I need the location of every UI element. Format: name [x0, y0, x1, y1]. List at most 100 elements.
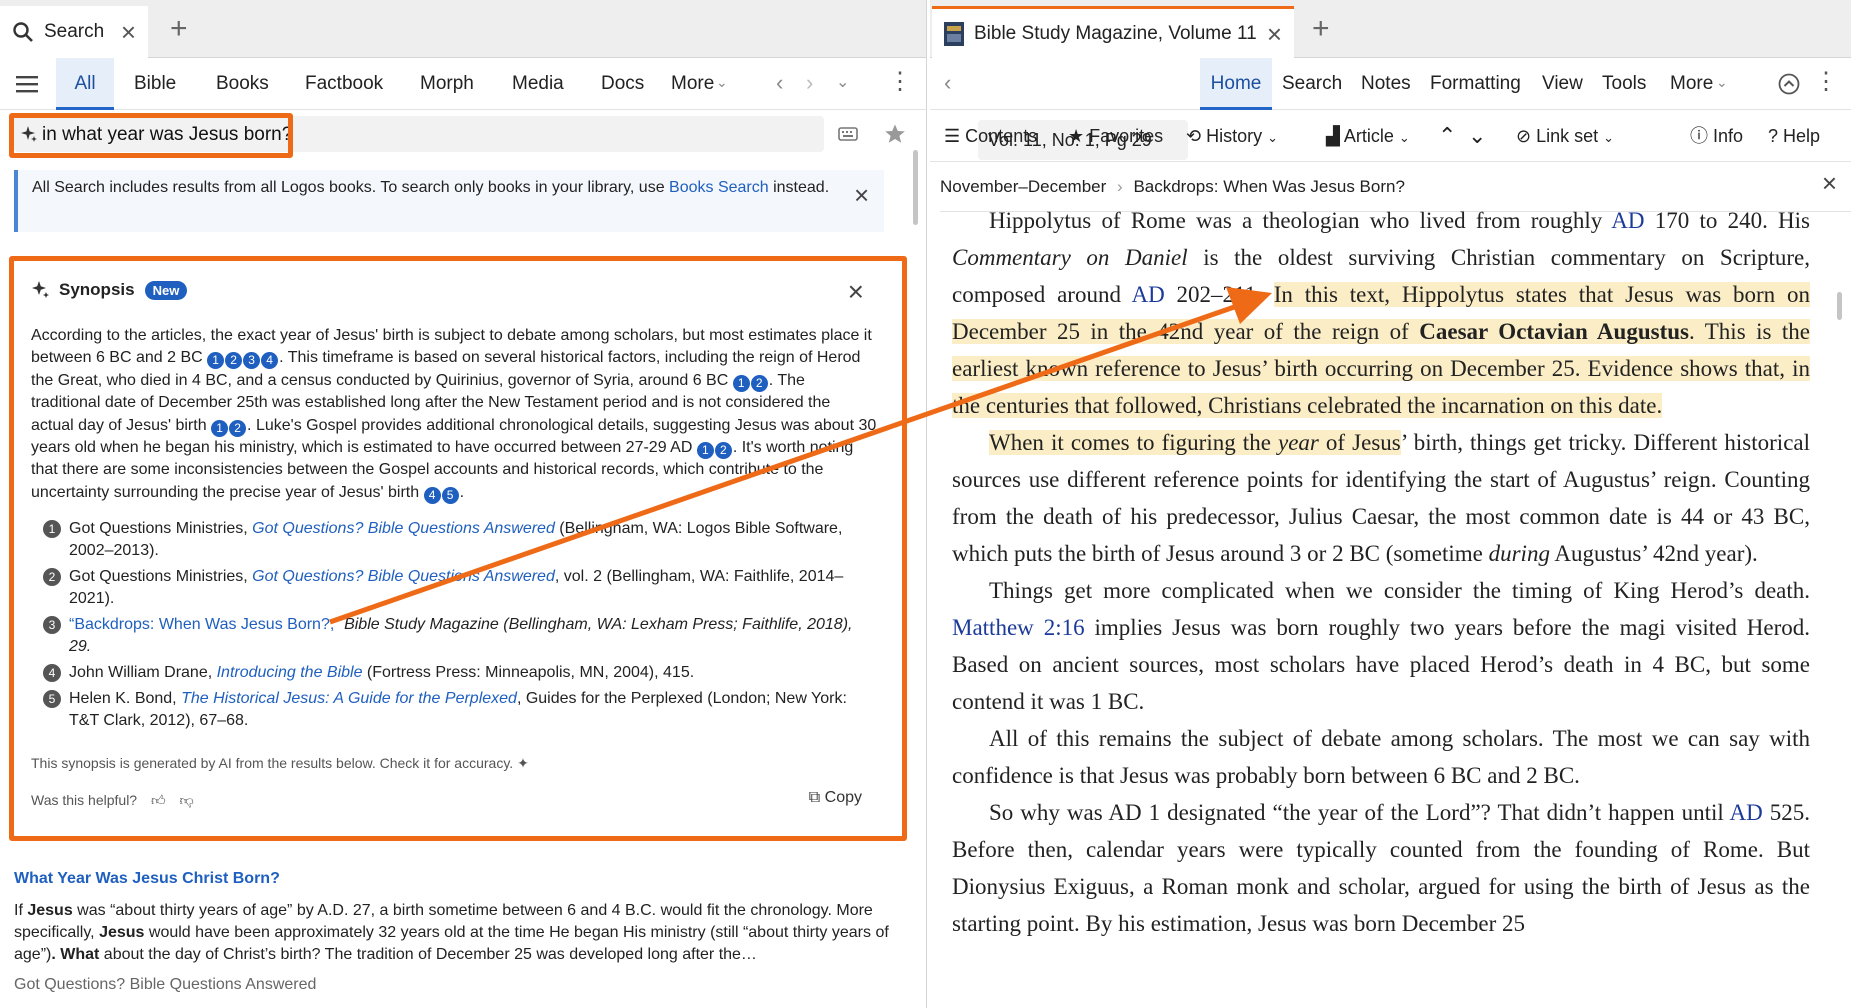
next-icon[interactable]: ⌄ [1468, 110, 1486, 162]
reader-toolbar: ☰ Contents ★ Favorites ⟲ History ⌄ ▟ Art… [930, 110, 1851, 162]
reference-item: 3 “Backdrops: When Was Jesus Born?,” Bibl… [43, 614, 863, 658]
article-paragraph: All of this remains the subject of debat… [952, 726, 1810, 788]
nav-view[interactable]: View [1542, 58, 1583, 110]
reference-link[interactable]: The Historical Jesus: A Guide for the Pe… [181, 690, 517, 707]
nav-bible[interactable]: Bible [134, 58, 176, 110]
scripture-link[interactable]: Matthew 2:16 [952, 615, 1085, 640]
citation-marker[interactable]: 1 [696, 442, 714, 460]
copy-icon: ⧉ [808, 789, 821, 806]
reference-link[interactable]: Got Questions? Bible Questions Answered [252, 568, 555, 585]
nav-tools[interactable]: Tools [1602, 58, 1646, 110]
breadcrumb-item[interactable]: November–December [940, 177, 1106, 196]
help-button[interactable]: ? Help [1768, 110, 1820, 162]
app-window: Search × + All Bible Books Factbook Morp… [0, 0, 1851, 1008]
nav-home[interactable]: Home [1200, 58, 1272, 110]
citation-marker[interactable]: 1 [207, 352, 225, 370]
chevron-down-icon: ⌄ [1716, 74, 1728, 90]
nav-all[interactable]: All [56, 58, 114, 110]
close-tab-icon[interactable]: × [121, 19, 136, 45]
thumbs-down-icon[interactable]: 👎︎ [180, 792, 194, 808]
favorites-button[interactable]: ★ Favorites [1068, 110, 1163, 162]
citation-marker[interactable]: 2 [225, 352, 243, 370]
breadcrumb-item[interactable]: Backdrops: When Was Jesus Born? [1133, 177, 1405, 196]
bar-chart-icon: ▟ [1326, 126, 1340, 146]
nav-formatting[interactable]: Formatting [1430, 58, 1521, 110]
citation-marker[interactable]: 4 [261, 352, 279, 370]
star-icon[interactable] [884, 123, 906, 145]
right-nav: ‹ Vol. 11, No. 1, Pg 29 Home Search Note… [930, 58, 1851, 160]
new-tab-button[interactable]: + [170, 14, 188, 44]
close-synopsis-icon[interactable]: × [848, 276, 864, 308]
close-tab-icon[interactable]: × [1267, 21, 1282, 47]
reference-list: 1 Got Questions Ministries, Got Questions… [43, 518, 863, 736]
left-tabbar: Search × + [0, 0, 926, 58]
reader-panel: Bible Study Magazine, Volume 11 × + ‹ Vo… [930, 0, 1851, 1008]
tab-label: Search [44, 21, 105, 42]
citation-marker[interactable]: 2 [714, 442, 732, 460]
citation-marker[interactable]: 2 [750, 374, 768, 392]
forward-icon[interactable]: › [806, 70, 813, 96]
more-options-icon[interactable]: ⋮ [1814, 70, 1838, 94]
right-scrollbar[interactable] [1837, 292, 1842, 320]
result-source[interactable]: Got Questions? Bible Questions Answered [14, 976, 316, 994]
tab-search[interactable]: Search × [0, 6, 148, 58]
nav-docs[interactable]: Docs [601, 58, 644, 110]
books-search-link[interactable]: Books Search [669, 179, 769, 196]
nav-media[interactable]: Media [512, 58, 564, 110]
history-icon: ⟲ [1186, 126, 1202, 146]
new-badge: New [144, 280, 188, 300]
feedback-row: Was this helpful? 👍︎ 👎︎ [31, 792, 194, 808]
info-tail: instead. [768, 179, 830, 196]
history-button[interactable]: ⟲ History ⌄ [1186, 110, 1278, 162]
menu-icon[interactable] [16, 74, 38, 94]
contents-button[interactable]: ☰ Contents [944, 110, 1037, 162]
synopsis-text: According to the articles, the exact yea… [31, 327, 877, 504]
reference-link[interactable]: Got Questions? Bible Questions Answered [252, 520, 555, 537]
citation-marker[interactable]: 1 [732, 374, 750, 392]
article-paragraph: Things get more complicated when we cons… [952, 578, 1810, 714]
tab-bible-study-magazine[interactable]: Bible Study Magazine, Volume 11 × [932, 6, 1294, 58]
nav-more[interactable]: More [1670, 58, 1713, 110]
link-set-button[interactable]: ⊘ Link set ⌄ [1516, 110, 1614, 162]
close-info-icon[interactable]: × [854, 180, 869, 211]
keyboard-icon[interactable] [838, 126, 858, 142]
article-paragraph: Hippolytus of Rome was a theologian who … [952, 208, 1811, 418]
search-query[interactable]: in what year was Jesus born? [16, 118, 292, 152]
back-icon[interactable]: ‹ [776, 70, 783, 96]
reference-link[interactable]: “Backdrops: When Was Jesus Born?,” [69, 616, 340, 633]
new-tab-button[interactable]: + [1312, 14, 1330, 44]
nav-factbook[interactable]: Factbook [305, 58, 383, 110]
reference-item: 5 Helen K. Bond, The Historical Jesus: A … [43, 688, 863, 732]
back-icon[interactable]: ‹ [944, 70, 951, 96]
citation-marker[interactable]: 2 [229, 419, 247, 437]
citation-marker[interactable]: 5 [441, 486, 459, 504]
history-chevron-icon[interactable]: ⌄ [836, 72, 849, 92]
copy-button[interactable]: ⧉ Copy [809, 789, 862, 807]
reference-link[interactable]: Introducing the Bible [217, 664, 363, 681]
article-text: Hippolytus of Rome was a theologian who … [952, 202, 1810, 942]
info-icon: ⓘ [1690, 126, 1708, 146]
chevron-down-icon: ⌄ [716, 74, 728, 90]
more-options-icon[interactable]: ⋮ [888, 70, 912, 94]
nav-morph[interactable]: Morph [420, 58, 474, 110]
previous-icon[interactable]: ⌃ [1438, 110, 1456, 162]
sparkle-icon [32, 281, 49, 298]
thumbs-up-icon[interactable]: 👍︎ [151, 792, 166, 808]
citation-marker[interactable]: 3 [243, 352, 261, 370]
citation-marker[interactable]: 1 [211, 419, 229, 437]
nav-more[interactable]: More [671, 58, 714, 110]
article-button[interactable]: ▟ Article ⌄ [1326, 110, 1410, 162]
nav-search[interactable]: Search [1282, 58, 1342, 110]
nav-books[interactable]: Books [216, 58, 269, 110]
info-banner: All Search includes results from all Log… [14, 170, 884, 232]
breadcrumb-separator: › [1117, 177, 1123, 196]
result-title-link[interactable]: What Year Was Jesus Christ Born? [14, 870, 280, 888]
book-cover-icon [944, 21, 964, 46]
collapse-icon[interactable] [1778, 73, 1800, 95]
sparkle-icon: ✦ [517, 755, 529, 771]
info-button[interactable]: ⓘ Info [1690, 110, 1743, 162]
close-breadcrumb-icon[interactable]: × [1822, 168, 1837, 199]
citation-marker[interactable]: 4 [423, 486, 441, 504]
nav-notes[interactable]: Notes [1361, 58, 1411, 110]
left-scrollbar[interactable] [913, 150, 918, 225]
